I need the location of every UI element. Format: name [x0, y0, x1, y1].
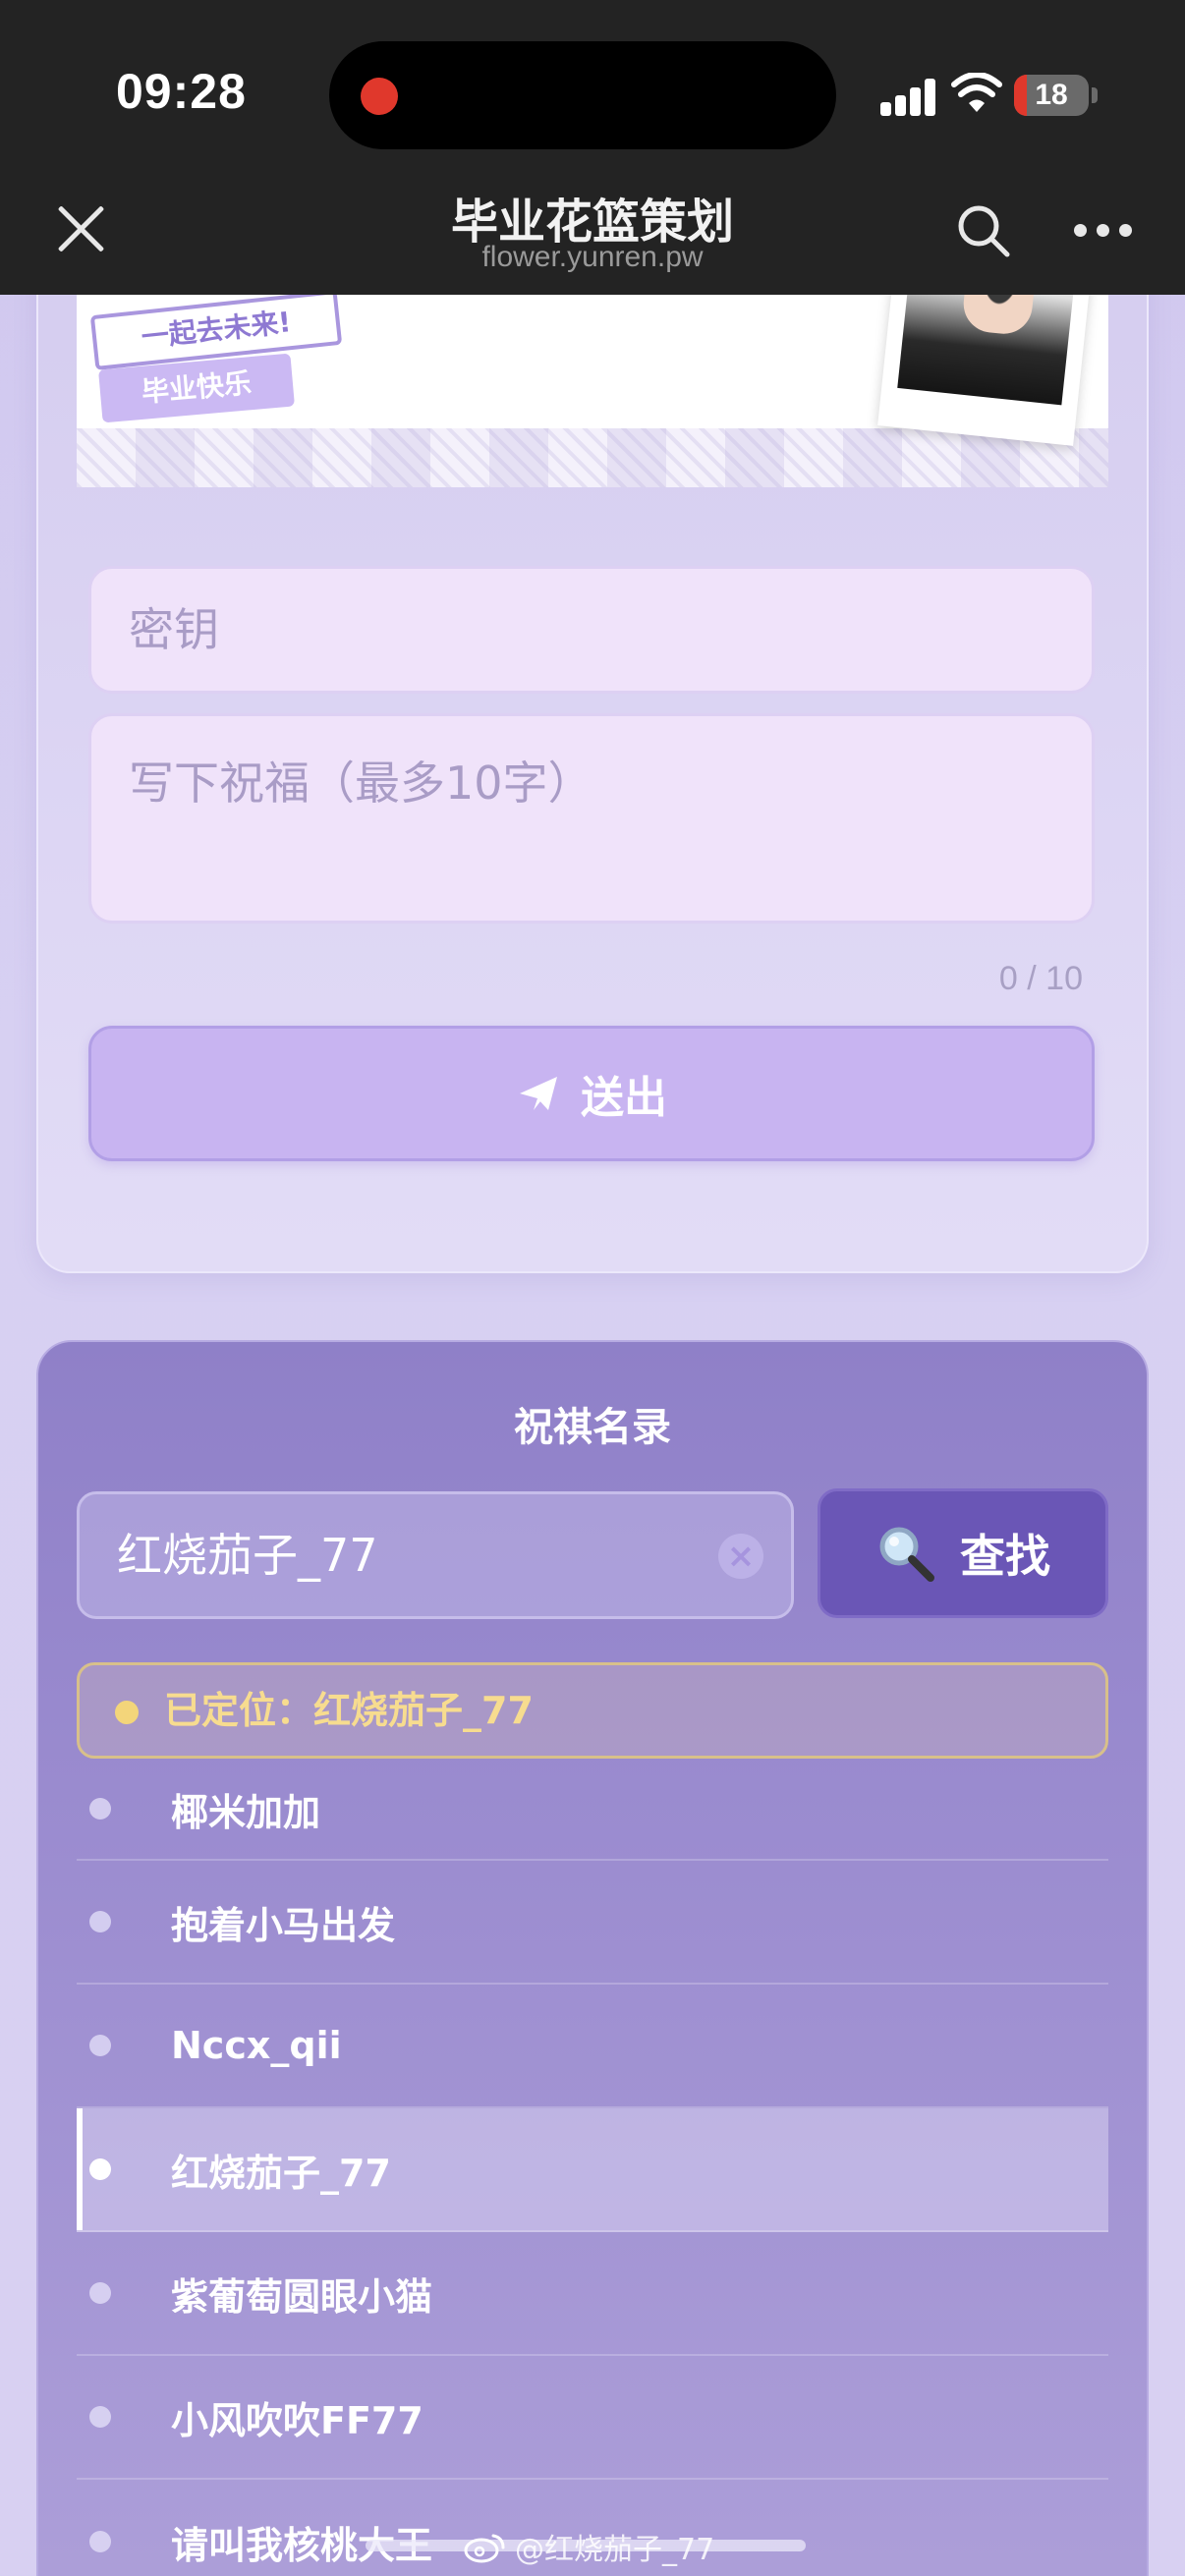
bullet-icon — [89, 1911, 111, 1932]
list-item-name: 红烧茄子_77 — [171, 2151, 391, 2195]
battery-icon: 18 — [1014, 75, 1089, 116]
banner-stripes — [77, 428, 1108, 487]
key-field[interactable]: 密钥 — [88, 566, 1095, 694]
bullet-icon — [89, 2282, 111, 2304]
list-item-active[interactable]: 红烧茄子_77 — [77, 2108, 1108, 2232]
list-item-name: 请叫我核桃大王 — [171, 2523, 433, 2567]
located-text: 已定位：红烧茄子_77 — [164, 1689, 534, 1732]
paper-plane-icon — [520, 1077, 557, 1110]
watermark-text: @红烧茄子_77 — [515, 2533, 715, 2567]
clear-icon[interactable]: × — [718, 1534, 763, 1579]
list-item[interactable]: 小风吹吹FF77 — [77, 2356, 1108, 2480]
send-button[interactable]: 送出 — [88, 1026, 1095, 1161]
list-item[interactable]: 紫葡萄圆眼小猫 — [77, 2232, 1108, 2356]
recording-indicator-icon — [361, 78, 398, 115]
dynamic-island — [329, 41, 836, 149]
list-item[interactable]: 椰米加加 — [77, 1759, 1108, 1861]
cellular-signal-icon — [880, 77, 937, 116]
bullet-icon — [89, 1798, 111, 1820]
list-item[interactable]: 抱着小马出发 — [77, 1861, 1108, 1985]
bullet-icon — [89, 2406, 111, 2428]
bullet-icon — [89, 2035, 111, 2056]
battery-level: 18 — [1035, 79, 1068, 111]
located-notice: 已定位：红烧茄子_77 — [77, 1662, 1108, 1759]
wifi-icon — [951, 73, 1002, 112]
find-button-label: 查找 — [960, 1530, 1050, 1583]
list-item-name: 椰米加加 — [171, 1790, 321, 1834]
wish-textarea[interactable]: 写下祝福（最多10字） — [88, 713, 1095, 924]
search-icon[interactable] — [955, 202, 1012, 259]
name-search-value: 红烧茄子_77 — [117, 1529, 378, 1582]
bullet-icon — [89, 2158, 111, 2180]
status-time: 09:28 — [116, 64, 247, 119]
banner-sticker: 一起去未来! — [89, 289, 343, 371]
top-bar: 09:28 18 毕业花篮策划 flower.yunren.pw — [0, 0, 1185, 295]
list-item-name: 小风吹吹FF77 — [171, 2398, 423, 2442]
bullet-icon — [89, 2531, 111, 2552]
list-item-name: Nccx_qii — [171, 2024, 342, 2067]
list-item-name: 抱着小马出发 — [171, 1903, 396, 1947]
char-counter: 0 / 10 — [998, 960, 1083, 997]
find-button[interactable]: 查找 — [818, 1488, 1108, 1618]
list-item[interactable]: Nccx_qii — [77, 1985, 1108, 2108]
list-item-name: 紫葡萄圆眼小猫 — [171, 2274, 433, 2319]
weibo-icon — [464, 2534, 505, 2563]
name-list: 椰米加加 抱着小马出发 Nccx_qii 红烧茄子_77 紫葡萄圆眼小猫 小风吹… — [77, 1759, 1108, 2576]
watermark: @红烧茄子_77 — [464, 2525, 714, 2568]
battery-cap — [1092, 87, 1098, 103]
list-title: 祝祺名录 — [514, 1405, 671, 1450]
more-options-icon[interactable] — [1074, 224, 1133, 238]
located-dot-icon — [115, 1701, 139, 1724]
magnifier-icon — [879, 1527, 934, 1582]
send-button-label: 送出 — [581, 1073, 667, 1123]
name-search-input[interactable]: 红烧茄子_77 × — [77, 1491, 794, 1619]
